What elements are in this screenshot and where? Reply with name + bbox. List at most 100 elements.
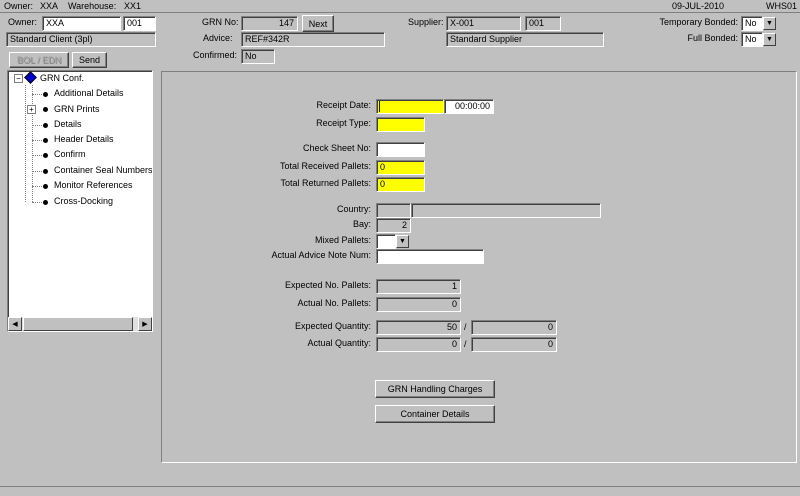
country-label: Country: <box>336 204 371 214</box>
diamond-node-icon <box>24 71 37 84</box>
receipt-time-field[interactable]: 00:00:00 <box>444 99 494 114</box>
receipt-date-field[interactable] <box>376 99 444 114</box>
bullet-icon <box>43 123 48 128</box>
status-owner-label: Owner: <box>4 1 34 11</box>
tree-connector <box>32 202 42 203</box>
expected-quantity-field: 50 <box>376 320 461 335</box>
tree-horizontal-scrollbar[interactable]: ◀ ▶ <box>8 317 152 331</box>
bottom-status-bar <box>0 486 800 496</box>
full-bonded-label: Full Bonded: <box>687 33 738 43</box>
supplier-number-field: 001 <box>525 16 561 31</box>
supplier-label: Supplier: <box>408 17 444 27</box>
expand-icon[interactable]: + <box>27 105 36 114</box>
bay-label: Bay: <box>352 219 371 229</box>
tree-root-label[interactable]: GRN Conf. <box>40 73 84 83</box>
quantity-separator: / <box>464 322 467 332</box>
next-button-label: Next <box>308 18 328 29</box>
scroll-right-icon[interactable]: ▶ <box>138 317 152 331</box>
advice-field: REF#342R <box>241 32 385 47</box>
tree-item-cross-docking[interactable]: Cross-Docking <box>54 196 113 206</box>
grn-no-field: 147 <box>241 16 298 31</box>
total-received-pallets-field[interactable]: 0 <box>376 160 425 175</box>
tree-connector <box>32 125 42 126</box>
bullet-icon <box>43 92 48 97</box>
chevron-down-icon[interactable]: ▼ <box>396 235 409 248</box>
actual-pallets-label: Actual No. Pallets: <box>297 298 371 308</box>
tree-connector <box>32 155 42 156</box>
tree-connector <box>32 186 42 187</box>
grn-handling-charges-button-label: GRN Handling Charges <box>387 384 483 394</box>
tree-connector <box>32 94 42 95</box>
owner-name-field: Standard Client (3pl) <box>6 32 156 47</box>
temporary-bonded-label: Temporary Bonded: <box>659 17 738 27</box>
tree-item-header-details[interactable]: Header Details <box>54 134 114 144</box>
bullet-icon <box>43 200 48 205</box>
bullet-icon <box>43 138 48 143</box>
total-received-pallets-label: Total Received Pallets: <box>279 161 371 171</box>
tree-item-monitor-references[interactable]: Monitor References <box>54 180 133 190</box>
tree-connector <box>32 85 33 202</box>
actual-quantity-field: 0 <box>376 337 461 352</box>
actual-advice-note-label: Actual Advice Note Num: <box>271 250 371 260</box>
scroll-left-icon[interactable]: ◀ <box>8 317 22 331</box>
send-button-label: Send <box>78 55 101 65</box>
status-warehouse-value: XX1 <box>124 1 142 11</box>
tree-connector <box>32 140 42 141</box>
quantity-separator: / <box>464 339 467 349</box>
supplier-name-field: Standard Supplier <box>446 32 604 47</box>
receipt-date-label: Receipt Date: <box>316 100 371 110</box>
full-bonded-select[interactable]: No <box>741 32 763 47</box>
owner-code-field[interactable]: XXA <box>42 16 121 31</box>
bol-edn-button[interactable]: BOL / EDN <box>9 52 69 68</box>
country-name-field <box>411 203 601 218</box>
tree-connector <box>25 85 26 202</box>
chevron-down-icon[interactable]: ▼ <box>763 33 776 46</box>
navigation-tree[interactable]: − GRN Conf. Additional Details + GRN Pri… <box>7 70 153 332</box>
mixed-pallets-select[interactable] <box>376 234 396 249</box>
container-details-button[interactable]: Container Details <box>375 405 495 423</box>
actual-advice-note-field[interactable] <box>376 249 484 264</box>
actual-pallets-field: 0 <box>376 297 461 312</box>
country-code-field <box>376 203 411 218</box>
tree-item-additional-details[interactable]: Additional Details <box>54 88 124 98</box>
bullet-icon <box>43 153 48 158</box>
expected-quantity-secondary-field: 0 <box>471 320 557 335</box>
confirmed-field: No <box>241 49 275 64</box>
bay-field: 2 <box>376 218 411 233</box>
owner-number-field[interactable]: 001 <box>123 16 156 31</box>
next-button[interactable]: Next <box>302 15 334 32</box>
check-sheet-label: Check Sheet No: <box>302 143 371 153</box>
status-owner-value: XXA <box>40 1 59 11</box>
container-details-button-label: Container Details <box>400 409 470 419</box>
grn-no-label: GRN No: <box>202 17 239 27</box>
tree-item-details[interactable]: Details <box>54 119 82 129</box>
bullet-icon <box>43 184 48 189</box>
collapse-icon[interactable]: − <box>14 74 23 83</box>
total-returned-pallets-label: Total Returned Pallets: <box>280 178 371 188</box>
expected-quantity-label: Expected Quantity: <box>294 321 371 331</box>
scroll-thumb[interactable] <box>23 317 133 331</box>
advice-label: Advice: <box>203 33 233 43</box>
top-status-bar: Owner: XXA Warehouse: XX1 09-JUL-2010 WH… <box>0 0 800 13</box>
chevron-down-icon[interactable]: ▼ <box>763 17 776 30</box>
supplier-code-field: X-001 <box>446 16 521 31</box>
actual-quantity-label: Actual Quantity: <box>307 338 371 348</box>
text-cursor <box>379 101 380 112</box>
tree-item-container-seal-numbers[interactable]: Container Seal Numbers <box>54 165 152 175</box>
check-sheet-field[interactable] <box>376 142 425 157</box>
status-user: WHS01 <box>766 1 798 11</box>
temporary-bonded-select[interactable]: No <box>741 16 763 31</box>
total-returned-pallets-field[interactable]: 0 <box>376 177 425 192</box>
owner-label: Owner: <box>8 17 38 27</box>
tree-item-grn-prints[interactable]: GRN Prints <box>54 104 100 114</box>
bullet-icon <box>43 107 48 112</box>
receipt-type-label: Receipt Type: <box>316 118 371 128</box>
receipt-type-field[interactable] <box>376 117 425 132</box>
grn-handling-charges-button[interactable]: GRN Handling Charges <box>375 380 495 398</box>
expected-pallets-field: 1 <box>376 279 461 294</box>
status-date: 09-JUL-2010 <box>672 1 725 11</box>
expected-pallets-label: Expected No. Pallets: <box>284 280 371 290</box>
status-warehouse-label: Warehouse: <box>68 1 117 11</box>
tree-item-confirm[interactable]: Confirm <box>54 149 86 159</box>
send-button[interactable]: Send <box>72 52 107 68</box>
